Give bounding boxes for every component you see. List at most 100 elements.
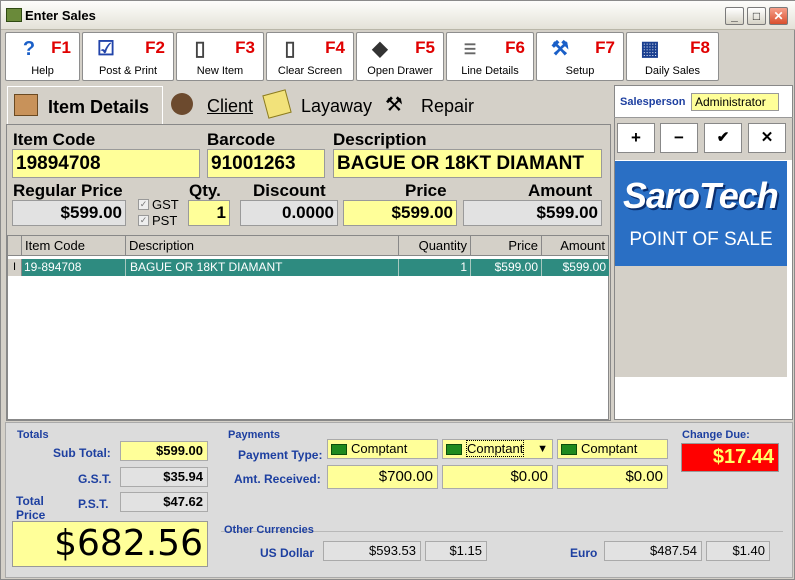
us-dollar-rate: $1.15	[425, 541, 487, 561]
fkey-label: F7	[595, 38, 615, 57]
barcode-field[interactable]: 91001263	[207, 149, 325, 178]
other-currencies-heading: Other Currencies	[224, 524, 314, 536]
line-details-icon: ☰	[463, 41, 477, 57]
total-price-display: $682.56	[12, 521, 208, 567]
new-document-icon: ▯	[194, 38, 206, 60]
payment-type-2[interactable]: Comptant ▼	[442, 439, 553, 459]
box-icon	[14, 94, 38, 116]
brand-logo: SaroTech POINT OF SALE	[615, 161, 787, 266]
close-window-button[interactable]: ✕	[769, 7, 788, 25]
amount-received-3[interactable]: $0.00	[557, 465, 668, 489]
cell-item-code: 19-894708	[22, 259, 126, 276]
column-header-description[interactable]: Description	[126, 236, 399, 256]
price-field[interactable]: $599.00	[343, 200, 457, 226]
regular-price-field: $599.00	[12, 200, 126, 226]
amount-received-1[interactable]: $700.00	[327, 465, 438, 489]
subtotal-label: Sub Total:	[53, 446, 111, 460]
salesperson-field[interactable]: Administrator	[691, 93, 779, 111]
description-field[interactable]: BAGUE OR 18KT DIAMANT	[333, 149, 602, 178]
gst-checkbox[interactable]: ✓	[138, 199, 149, 210]
euro-amount: $487.54	[604, 541, 702, 561]
hammer-icon: ⚒	[385, 94, 403, 116]
daily-sales-button[interactable]: ▦ F8 Daily Sales	[626, 32, 719, 81]
remove-line-button[interactable]: −	[660, 123, 698, 153]
gst-label: G.S.T.	[78, 472, 112, 486]
discount-label: Discount	[253, 181, 326, 200]
logo-filler	[615, 266, 787, 377]
window-title: Enter Sales	[25, 8, 96, 23]
button-label: Post & Print	[98, 65, 158, 77]
tab-item-details[interactable]: Item Details	[7, 86, 163, 124]
chevron-down-icon[interactable]: ▼	[537, 440, 548, 458]
cancel-button[interactable]: ✕	[748, 123, 786, 153]
euro-rate: $1.40	[706, 541, 770, 561]
payment-type-1[interactable]: Comptant	[327, 439, 438, 459]
sales-lines-grid: Item Code Description Quantity Price Amo…	[7, 235, 609, 420]
button-label: Clear Screen	[277, 65, 343, 77]
amount-received-2[interactable]: $0.00	[442, 465, 553, 489]
pst-label: P.S.T.	[78, 497, 109, 511]
enter-sales-window: Enter Sales _ □ ✕ ? F1 Help ☑ F2 Post & …	[0, 0, 795, 580]
qty-field[interactable]: 1	[188, 200, 230, 226]
discount-field[interactable]: 0.0000	[240, 200, 338, 226]
clear-document-icon: ▯	[284, 38, 296, 60]
minimize-button[interactable]: _	[725, 7, 744, 25]
fkey-label: F8	[690, 38, 710, 57]
confirm-button[interactable]: ✔	[704, 123, 742, 153]
price-label: Price	[405, 181, 447, 200]
function-toolbar: ? F1 Help ☑ F2 Post & Print ▯ F3 New Ite…	[5, 32, 791, 82]
fkey-label: F2	[145, 38, 165, 57]
new-item-button[interactable]: ▯ F3 New Item	[176, 32, 264, 81]
tab-repair[interactable]: ⚒ Repair	[381, 86, 481, 124]
us-dollar-amount: $593.53	[323, 541, 421, 561]
tab-layaway[interactable]: Layaway	[262, 86, 377, 124]
fkey-label: F6	[505, 38, 525, 57]
total-label-line1: Total	[16, 494, 44, 508]
title-bar: Enter Sales _ □ ✕	[1, 1, 795, 30]
cell-quantity: 1	[399, 259, 471, 276]
line-details-button[interactable]: ☰ F6 Line Details	[446, 32, 534, 81]
regular-price-label: Regular Price	[13, 181, 123, 200]
qty-label: Qty.	[189, 181, 221, 200]
button-label: Help	[31, 65, 54, 77]
pst-checkbox-label: PST	[152, 213, 178, 228]
clear-screen-button[interactable]: ▯ F4 Clear Screen	[266, 32, 354, 81]
add-line-button[interactable]: +	[617, 123, 655, 153]
column-header-amount[interactable]: Amount	[542, 236, 609, 256]
open-drawer-button[interactable]: ◆ F5 Open Drawer	[356, 32, 444, 81]
post-print-button[interactable]: ☑ F2 Post & Print	[82, 32, 174, 81]
payment-type-3[interactable]: Comptant	[557, 439, 668, 459]
table-row[interactable]: 19-894708 BAGUE OR 18KT DIAMANT 1 $599.0…	[22, 259, 609, 276]
help-button[interactable]: ? F1 Help	[5, 32, 80, 81]
description-label: Description	[333, 130, 427, 149]
cell-price: $599.00	[471, 259, 542, 276]
euro-label: Euro	[570, 546, 598, 560]
totals-heading: Totals	[17, 429, 49, 441]
payment-type-3-value: Comptant	[581, 441, 638, 456]
change-due-display: $17.44	[681, 443, 779, 472]
fkey-label: F5	[415, 38, 435, 57]
tab-client[interactable]: Client	[167, 86, 263, 124]
post-print-icon: ☑	[97, 38, 115, 60]
cash-icon	[331, 444, 347, 456]
column-header-item-code[interactable]: Item Code	[22, 236, 126, 256]
payment-type-2-value: Comptant	[466, 440, 525, 457]
button-label: Line Details	[461, 65, 519, 77]
us-dollar-label: US Dollar	[260, 546, 315, 560]
total-label-line2: Price	[16, 508, 46, 522]
gst-total-field: $35.94	[120, 467, 208, 487]
payment-type-label: Payment Type:	[238, 448, 323, 462]
maximize-button[interactable]: □	[747, 7, 766, 25]
app-icon	[6, 8, 22, 22]
amount-received-label: Amt. Received:	[234, 472, 321, 486]
column-header-price[interactable]: Price	[471, 236, 542, 256]
fkey-label: F4	[325, 38, 345, 57]
change-due-label: Change Due:	[682, 429, 750, 441]
setup-button[interactable]: ⚒ F7 Setup	[536, 32, 624, 81]
button-label: Setup	[565, 65, 595, 77]
pst-checkbox[interactable]: ✓	[138, 215, 149, 226]
salesperson-label: Salesperson	[620, 96, 686, 108]
pst-total-field: $47.62	[120, 492, 208, 512]
item-code-field[interactable]: 19894708	[12, 149, 200, 178]
column-header-quantity[interactable]: Quantity	[399, 236, 471, 256]
